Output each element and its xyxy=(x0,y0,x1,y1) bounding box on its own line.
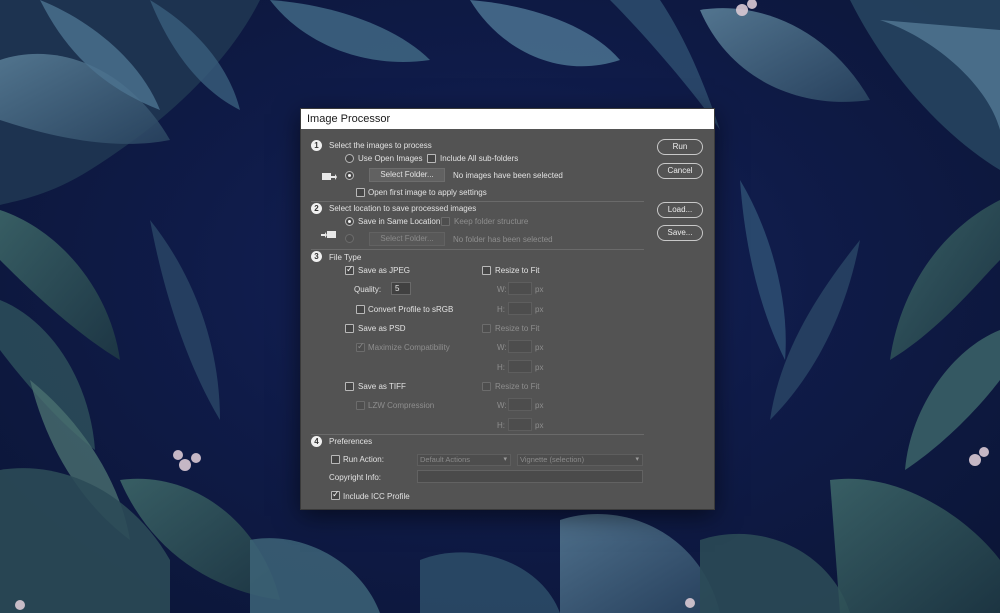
save-same-location-radio[interactable] xyxy=(345,217,354,226)
tiff-width-unit: px xyxy=(535,401,544,410)
select-source-folder-button[interactable]: Select Folder... xyxy=(369,168,445,182)
copyright-input[interactable] xyxy=(417,470,643,483)
cancel-button[interactable]: Cancel xyxy=(657,163,703,179)
step-1-heading: Select the images to process xyxy=(329,141,432,150)
step-4-badge: 4 xyxy=(311,436,322,447)
divider xyxy=(311,201,644,202)
jpeg-resize-to-fit-label: Resize to Fit xyxy=(495,266,540,275)
psd-resize-to-fit-checkbox[interactable] xyxy=(482,324,491,333)
use-open-images-radio[interactable] xyxy=(345,154,354,163)
folder-source-icon xyxy=(322,173,337,180)
step-4-heading: Preferences xyxy=(329,437,373,446)
tiff-resize-to-fit-checkbox[interactable] xyxy=(482,382,491,391)
save-as-jpeg-checkbox[interactable] xyxy=(345,265,354,275)
folder-destination-icon xyxy=(321,231,336,238)
open-first-image-label: Open first image to apply settings xyxy=(368,188,487,197)
psd-resize-to-fit-label: Resize to Fit xyxy=(495,324,540,333)
psd-height-label: H: xyxy=(497,363,505,372)
step-2-badge: 2 xyxy=(311,203,322,214)
jpeg-quality-label: Quality: xyxy=(354,285,382,294)
open-first-image-checkbox[interactable] xyxy=(356,188,365,197)
jpeg-height-input[interactable] xyxy=(508,302,532,315)
include-icc-profile-label: Include ICC Profile xyxy=(343,492,410,501)
tiff-height-label: H: xyxy=(497,421,505,430)
lzw-compression-label: LZW Compression xyxy=(368,401,435,410)
run-action-label: Run Action: xyxy=(343,455,384,464)
psd-height-unit: px xyxy=(535,363,544,372)
destination-status-text: No folder has been selected xyxy=(453,235,553,244)
tiff-height-unit: px xyxy=(535,421,544,430)
convert-srgb-label: Convert Profile to sRGB xyxy=(368,305,454,314)
select-folder-radio[interactable] xyxy=(345,171,354,180)
step-1-badge: 1 xyxy=(311,140,322,151)
psd-width-input[interactable] xyxy=(508,340,532,353)
psd-width-label: W: xyxy=(497,343,507,352)
save-as-tiff-label: Save as TIFF xyxy=(358,382,406,391)
lzw-compression-checkbox[interactable] xyxy=(356,401,365,410)
jpeg-height-unit: px xyxy=(535,305,544,314)
step-3-heading: File Type xyxy=(329,253,362,262)
tiff-width-input[interactable] xyxy=(508,398,532,411)
save-same-location-label: Save in Same Location xyxy=(358,217,441,226)
select-destination-radio[interactable] xyxy=(345,234,354,243)
use-open-images-label: Use Open Images xyxy=(358,154,423,163)
action-set-select[interactable]: Default Actions ▾ xyxy=(417,454,511,466)
save-as-psd-checkbox[interactable] xyxy=(345,324,354,333)
select-destination-folder-button[interactable]: Select Folder... xyxy=(369,232,445,246)
action-select[interactable]: Vignette (selection) ▾ xyxy=(517,454,643,466)
keep-folder-structure-checkbox[interactable] xyxy=(441,217,450,226)
load-button[interactable]: Load... xyxy=(657,202,703,218)
tiff-resize-to-fit-label: Resize to Fit xyxy=(495,382,540,391)
include-subfolders-label: Include All sub-folders xyxy=(440,154,519,163)
dialog-title[interactable]: Image Processor xyxy=(301,109,714,129)
source-status-text: No images have been selected xyxy=(453,171,563,180)
step-2-heading: Select location to save processed images xyxy=(329,204,477,213)
image-processor-dialog: Image Processor Run Cancel Load... Save.… xyxy=(300,108,715,510)
divider xyxy=(311,434,644,435)
copyright-label: Copyright Info: xyxy=(329,473,382,482)
action-set-value: Default Actions xyxy=(420,455,471,464)
keep-folder-structure-label: Keep folder structure xyxy=(454,217,529,226)
convert-srgb-checkbox[interactable] xyxy=(356,305,365,314)
include-icc-profile-checkbox[interactable] xyxy=(331,490,340,500)
tiff-height-input[interactable] xyxy=(508,418,532,431)
save-button[interactable]: Save... xyxy=(657,225,703,241)
save-as-psd-label: Save as PSD xyxy=(358,324,406,333)
chevron-down-icon: ▾ xyxy=(635,456,639,463)
tiff-width-label: W: xyxy=(497,401,507,410)
step-3-badge: 3 xyxy=(311,251,322,262)
jpeg-quality-input[interactable]: 5 xyxy=(391,282,411,295)
psd-width-unit: px xyxy=(535,343,544,352)
maximize-compatibility-checkbox[interactable] xyxy=(356,342,365,352)
save-as-tiff-checkbox[interactable] xyxy=(345,382,354,391)
jpeg-resize-to-fit-checkbox[interactable] xyxy=(482,266,491,275)
run-button[interactable]: Run xyxy=(657,139,703,155)
save-as-jpeg-label: Save as JPEG xyxy=(358,266,411,275)
maximize-compatibility-label: Maximize Compatibility xyxy=(368,343,450,352)
chevron-down-icon: ▾ xyxy=(503,456,507,463)
action-value: Vignette (selection) xyxy=(520,455,585,464)
jpeg-width-label: W: xyxy=(497,285,507,294)
run-action-checkbox[interactable] xyxy=(331,455,340,464)
jpeg-width-unit: px xyxy=(535,285,544,294)
jpeg-width-input[interactable] xyxy=(508,282,532,295)
jpeg-height-label: H: xyxy=(497,305,505,314)
divider xyxy=(311,249,644,250)
include-subfolders-checkbox[interactable] xyxy=(427,154,436,163)
psd-height-input[interactable] xyxy=(508,360,532,373)
